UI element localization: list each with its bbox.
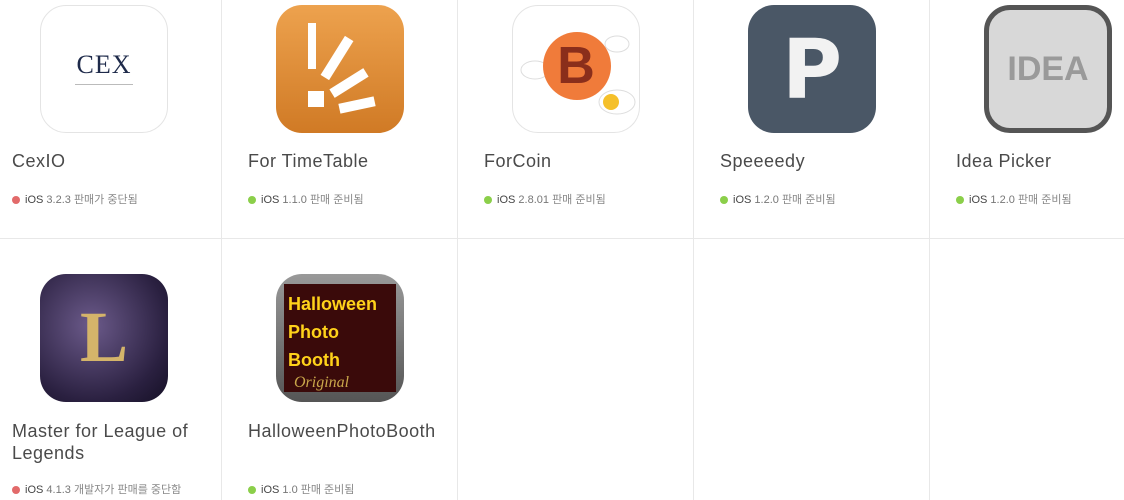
app-card-halloween[interactable]: Halloween Photo Booth Original Halloween…	[236, 238, 472, 496]
bitcoin-icon: B	[512, 5, 640, 133]
app-status: iOS 2.8.01 판매 준비됨	[484, 191, 606, 207]
app-card-forcoin[interactable]: B ForCoin iOS 2.8.01 판매 준비됨	[472, 0, 708, 238]
status-dot	[12, 196, 20, 204]
app-card-cexio[interactable]: CEX CexIO iOS 3.2.3 판매가 중단됨	[0, 0, 236, 238]
app-grid: CEX CexIO iOS 3.2.3 판매가 중단됨 For TimeTabl…	[0, 0, 1124, 500]
app-name: CexIO	[12, 151, 66, 171]
idea-icon: IDEA	[984, 5, 1112, 133]
app-name: For TimeTable	[248, 151, 369, 171]
app-card-ideapicker[interactable]: IDEA Idea Picker iOS 1.2.0 판매 준비됨	[944, 0, 1124, 238]
status-dot	[956, 196, 964, 204]
app-status: iOS 4.1.3 개발자가 판매를 중단함	[12, 481, 181, 497]
league-icon: L	[40, 274, 168, 402]
status-dot	[248, 196, 256, 204]
status-dot	[248, 486, 256, 494]
app-name: Idea Picker	[956, 151, 1052, 171]
app-status: iOS 3.2.3 판매가 중단됨	[12, 191, 138, 207]
app-name: Master for League of Legends	[12, 421, 189, 463]
app-status: iOS 1.2.0 판매 준비됨	[956, 191, 1072, 207]
halloween-icon: Halloween Photo Booth Original	[276, 274, 404, 402]
app-status: iOS 1.1.0 판매 준비됨	[248, 191, 364, 207]
app-status: iOS 1.2.0 판매 준비됨	[720, 191, 836, 207]
timetable-icon	[276, 5, 404, 133]
speedy-p-icon: P	[748, 5, 876, 133]
app-name: Speeeedy	[720, 151, 806, 171]
status-dot	[12, 486, 20, 494]
status-dot	[484, 196, 492, 204]
app-card-fortimetable[interactable]: For TimeTable iOS 1.1.0 판매 준비됨	[236, 0, 472, 238]
app-name: HalloweenPhotoBooth	[248, 421, 436, 441]
app-status: iOS 1.0 판매 준비됨	[248, 481, 354, 497]
app-card-speeeedy[interactable]: P Speeeedy iOS 1.2.0 판매 준비됨	[708, 0, 944, 238]
app-name: ForCoin	[484, 151, 552, 171]
cex-logo-icon: CEX	[40, 5, 168, 133]
status-dot	[720, 196, 728, 204]
app-card-master-lol[interactable]: L Master for League of Legends iOS 4.1.3…	[0, 238, 236, 496]
